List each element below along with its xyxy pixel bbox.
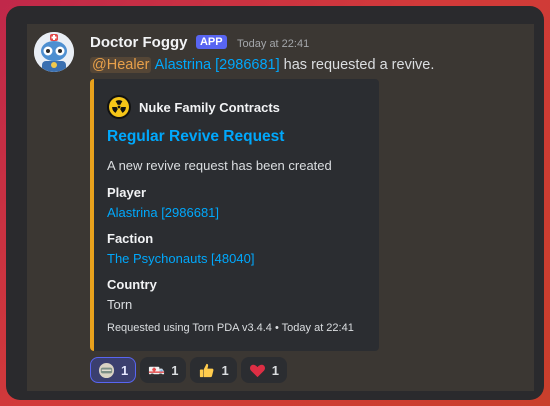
role-mention[interactable]: @Healer	[90, 57, 152, 73]
reaction-custom[interactable]: 1	[90, 357, 137, 383]
embed-title-link[interactable]: Regular Revive Request	[107, 128, 284, 146]
embed-footer: Requested using Torn PDA v3.4.4 • Today …	[107, 322, 354, 334]
username[interactable]: Doctor Foggy	[90, 34, 188, 51]
robot-avatar-icon	[34, 32, 74, 72]
thumbs-up-icon	[200, 363, 214, 377]
reaction-count: 1	[121, 362, 129, 378]
ambulance-icon	[149, 366, 165, 377]
app-window: Doctor Foggy APP Today at 22:41 @Healer …	[6, 6, 544, 400]
reaction-count: 1	[171, 362, 179, 378]
reaction-count: 1	[221, 362, 229, 378]
field-country-value: Torn	[107, 297, 133, 312]
timestamp: Today at 22:41	[237, 38, 310, 50]
heart-icon	[249, 364, 265, 377]
message-text: has requested a revive.	[283, 57, 435, 73]
embed-card: Nuke Family Contracts Regular Revive Req…	[90, 79, 379, 351]
field-player-value[interactable]: Alastrina [2986681]	[107, 205, 219, 220]
field-country-label: Country	[107, 277, 157, 292]
app-badge: APP	[195, 35, 227, 49]
chat-message: Doctor Foggy APP Today at 22:41 @Healer …	[27, 24, 534, 391]
reaction-bar: 1 1 1 1	[90, 357, 287, 383]
message-content: @Healer Alastrina [2986681] has requeste…	[90, 57, 434, 73]
field-faction-value[interactable]: The Psychonauts [48040]	[107, 251, 254, 266]
field-player-label: Player	[107, 185, 147, 200]
field-faction-label: Faction	[107, 231, 154, 246]
reaction-count: 1	[271, 362, 279, 378]
radiation-icon	[107, 95, 131, 119]
embed-author: Nuke Family Contracts	[107, 95, 280, 119]
embed-author-name: Nuke Family Contracts	[139, 99, 280, 115]
custom-emoji-icon	[98, 362, 115, 378]
reaction-heart[interactable]: 1	[240, 357, 287, 383]
reaction-thumbs-up[interactable]: 1	[190, 357, 237, 383]
embed-description: A new revive request has been created	[107, 158, 332, 173]
message-header: Doctor Foggy APP Today at 22:41	[90, 34, 309, 52]
avatar[interactable]	[34, 32, 74, 72]
user-mention-link[interactable]: Alastrina [2986681]	[155, 57, 280, 73]
reaction-ambulance[interactable]: 1	[140, 357, 187, 383]
